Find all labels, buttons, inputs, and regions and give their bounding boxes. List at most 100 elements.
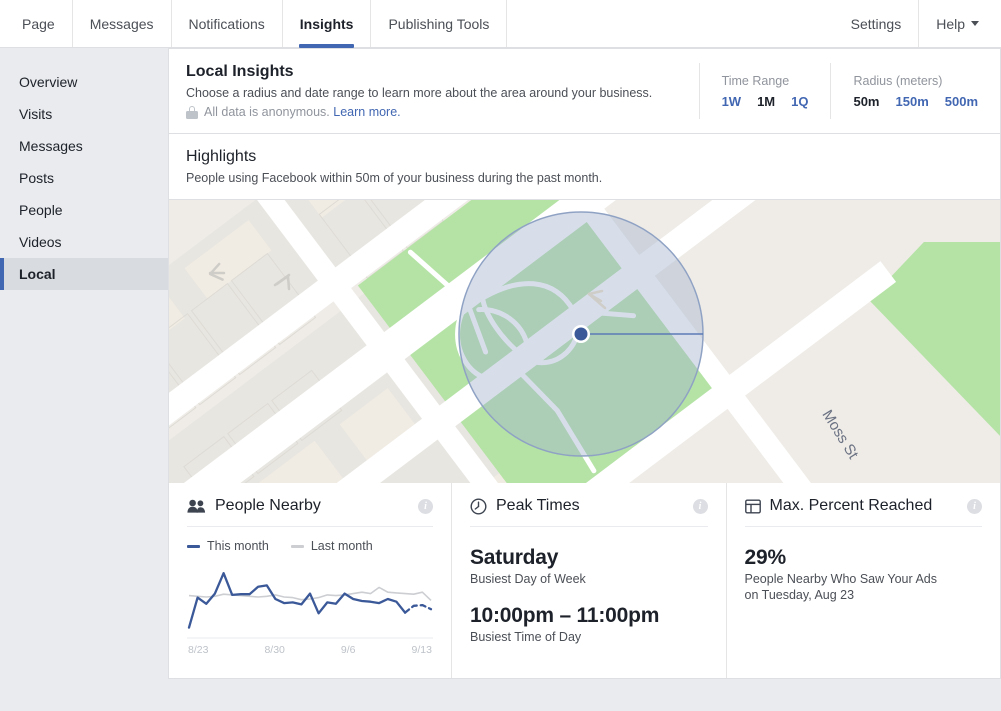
card-people-nearby: People Nearby i This month Last month: [169, 483, 451, 678]
tab-insights-label: Insights: [300, 16, 354, 32]
sidebar-item-label: Posts: [19, 170, 54, 186]
busiest-time-value: 10:00pm – 11:00pm: [470, 604, 708, 628]
main-content: Local Insights Choose a radius and date …: [168, 48, 1001, 711]
card-peak-times: Peak Times i Saturday Busiest Day of Wee…: [451, 483, 726, 678]
time-range-option-1w[interactable]: 1W: [722, 94, 742, 109]
line-chart-svg: [187, 557, 433, 639]
card-header: Max. Percent Reached i: [745, 497, 983, 527]
help-label: Help: [936, 16, 965, 32]
tab-publishing-tools-label: Publishing Tools: [388, 16, 489, 32]
sidebar-item-overview[interactable]: Overview: [0, 66, 168, 98]
card-max-percent-reached: Max. Percent Reached i 29% People Nearby…: [726, 483, 1001, 678]
x-tick-label: 8/30: [264, 644, 284, 656]
max-percent-desc-line1: People Nearby Who Saw Your Ads: [745, 571, 983, 587]
legend-label: This month: [207, 539, 269, 553]
sidebar-item-videos[interactable]: Videos: [0, 226, 168, 258]
anonymity-text: All data is anonymous.: [204, 105, 330, 119]
chart-legend: This month Last month: [187, 539, 433, 553]
chevron-down-icon: [971, 21, 979, 26]
chart-x-axis: 8/23 8/30 9/6 9/13: [187, 644, 433, 656]
card-header: People Nearby i: [187, 497, 433, 527]
local-insights-panel: Local Insights Choose a radius and date …: [168, 48, 1001, 134]
highlight-cards: People Nearby i This month Last month: [168, 483, 1001, 679]
radius-option-150m[interactable]: 150m: [896, 94, 929, 109]
card-title: Peak Times: [496, 497, 580, 515]
info-icon[interactable]: i: [967, 499, 982, 514]
settings-label: Settings: [851, 16, 902, 32]
radius-label: Radius (meters): [853, 74, 978, 88]
busiest-day-label: Busiest Day of Week: [470, 571, 708, 587]
sidebar-item-label: People: [19, 202, 63, 218]
highlights-panel: Highlights People using Facebook within …: [168, 134, 1001, 200]
time-range-option-1q[interactable]: 1Q: [791, 94, 808, 109]
people-nearby-chart: 8/23 8/30 9/6 9/13: [187, 557, 433, 656]
local-map[interactable]: Moss St Langton St Rausch St Sumner 9th …: [168, 200, 1001, 483]
card-title: People Nearby: [215, 497, 321, 515]
top-nav-right-group: Settings Help: [834, 0, 985, 47]
top-navigation-bar: Page Messages Notifications Insights Pub…: [0, 0, 1001, 48]
info-icon[interactable]: i: [693, 499, 708, 514]
anonymity-note: All data is anonymous. Learn more.: [186, 105, 683, 119]
time-range-options: 1W 1M 1Q: [722, 94, 809, 109]
highlights-subtitle: People using Facebook within 50m of your…: [186, 171, 983, 185]
busiest-time-block: 10:00pm – 11:00pm Busiest Time of Day: [470, 604, 708, 645]
sidebar-item-label: Local: [19, 266, 56, 282]
clock-icon: [470, 498, 487, 515]
sidebar-item-messages[interactable]: Messages: [0, 130, 168, 162]
tab-messages-label: Messages: [90, 16, 154, 32]
tab-messages[interactable]: Messages: [73, 0, 172, 47]
x-tick-label: 9/13: [412, 644, 432, 656]
lock-icon: [186, 106, 198, 119]
busiest-day-value: Saturday: [470, 546, 708, 570]
page-body: Overview Visits Messages Posts People Vi…: [0, 48, 1001, 711]
max-percent-desc-line2: on Tuesday, Aug 23: [745, 587, 983, 603]
busiest-time-label: Busiest Time of Day: [470, 629, 708, 645]
legend-swatch: [187, 545, 200, 548]
radius-option-500m[interactable]: 500m: [945, 94, 978, 109]
time-range-option-1m[interactable]: 1M: [757, 94, 775, 109]
top-nav-left-group: Page Messages Notifications Insights Pub…: [0, 0, 507, 47]
legend-item-last-month: Last month: [291, 539, 373, 553]
card-title: Max. Percent Reached: [770, 497, 933, 515]
radius-option-50m[interactable]: 50m: [853, 94, 879, 109]
sidebar-item-label: Visits: [19, 106, 52, 122]
legend-swatch: [291, 545, 304, 548]
tab-page-label: Page: [22, 16, 55, 32]
max-percent-block: 29% People Nearby Who Saw Your Ads on Tu…: [745, 546, 983, 603]
x-tick-label: 9/6: [341, 644, 356, 656]
tab-insights[interactable]: Insights: [283, 0, 372, 47]
time-range-label: Time Range: [722, 74, 809, 88]
sidebar-item-posts[interactable]: Posts: [0, 162, 168, 194]
settings-button[interactable]: Settings: [834, 0, 920, 47]
sidebar-item-visits[interactable]: Visits: [0, 98, 168, 130]
local-insights-text-block: Local Insights Choose a radius and date …: [169, 63, 699, 119]
insights-sidebar: Overview Visits Messages Posts People Vi…: [0, 48, 168, 711]
tab-notifications-label: Notifications: [189, 16, 265, 32]
map-canvas: [169, 200, 1001, 483]
radius-control: Radius (meters) 50m 150m 500m: [830, 63, 1000, 119]
page-title: Local Insights: [186, 63, 683, 81]
busiest-day-block: Saturday Busiest Day of Week: [470, 546, 708, 587]
tab-page[interactable]: Page: [0, 0, 73, 47]
people-icon: [187, 499, 206, 513]
series-this-month: [189, 573, 405, 627]
help-menu[interactable]: Help: [919, 0, 985, 47]
card-header: Peak Times i: [470, 497, 708, 527]
legend-item-this-month: This month: [187, 539, 269, 553]
sidebar-item-label: Videos: [19, 234, 62, 250]
series-this-month-projection: [405, 605, 431, 613]
info-icon[interactable]: i: [418, 499, 433, 514]
radius-options: 50m 150m 500m: [853, 94, 978, 109]
sidebar-item-local[interactable]: Local: [0, 258, 168, 290]
x-tick-label: 8/23: [188, 644, 208, 656]
window-icon: [745, 499, 761, 514]
tab-publishing-tools[interactable]: Publishing Tools: [371, 0, 507, 47]
legend-label: Last month: [311, 539, 373, 553]
time-range-control: Time Range 1W 1M 1Q: [699, 63, 831, 119]
max-percent-value: 29%: [745, 546, 983, 570]
sidebar-item-people[interactable]: People: [0, 194, 168, 226]
sidebar-item-label: Messages: [19, 138, 83, 154]
tab-notifications[interactable]: Notifications: [172, 0, 283, 47]
learn-more-link[interactable]: Learn more.: [333, 105, 400, 119]
sidebar-item-label: Overview: [19, 74, 77, 90]
